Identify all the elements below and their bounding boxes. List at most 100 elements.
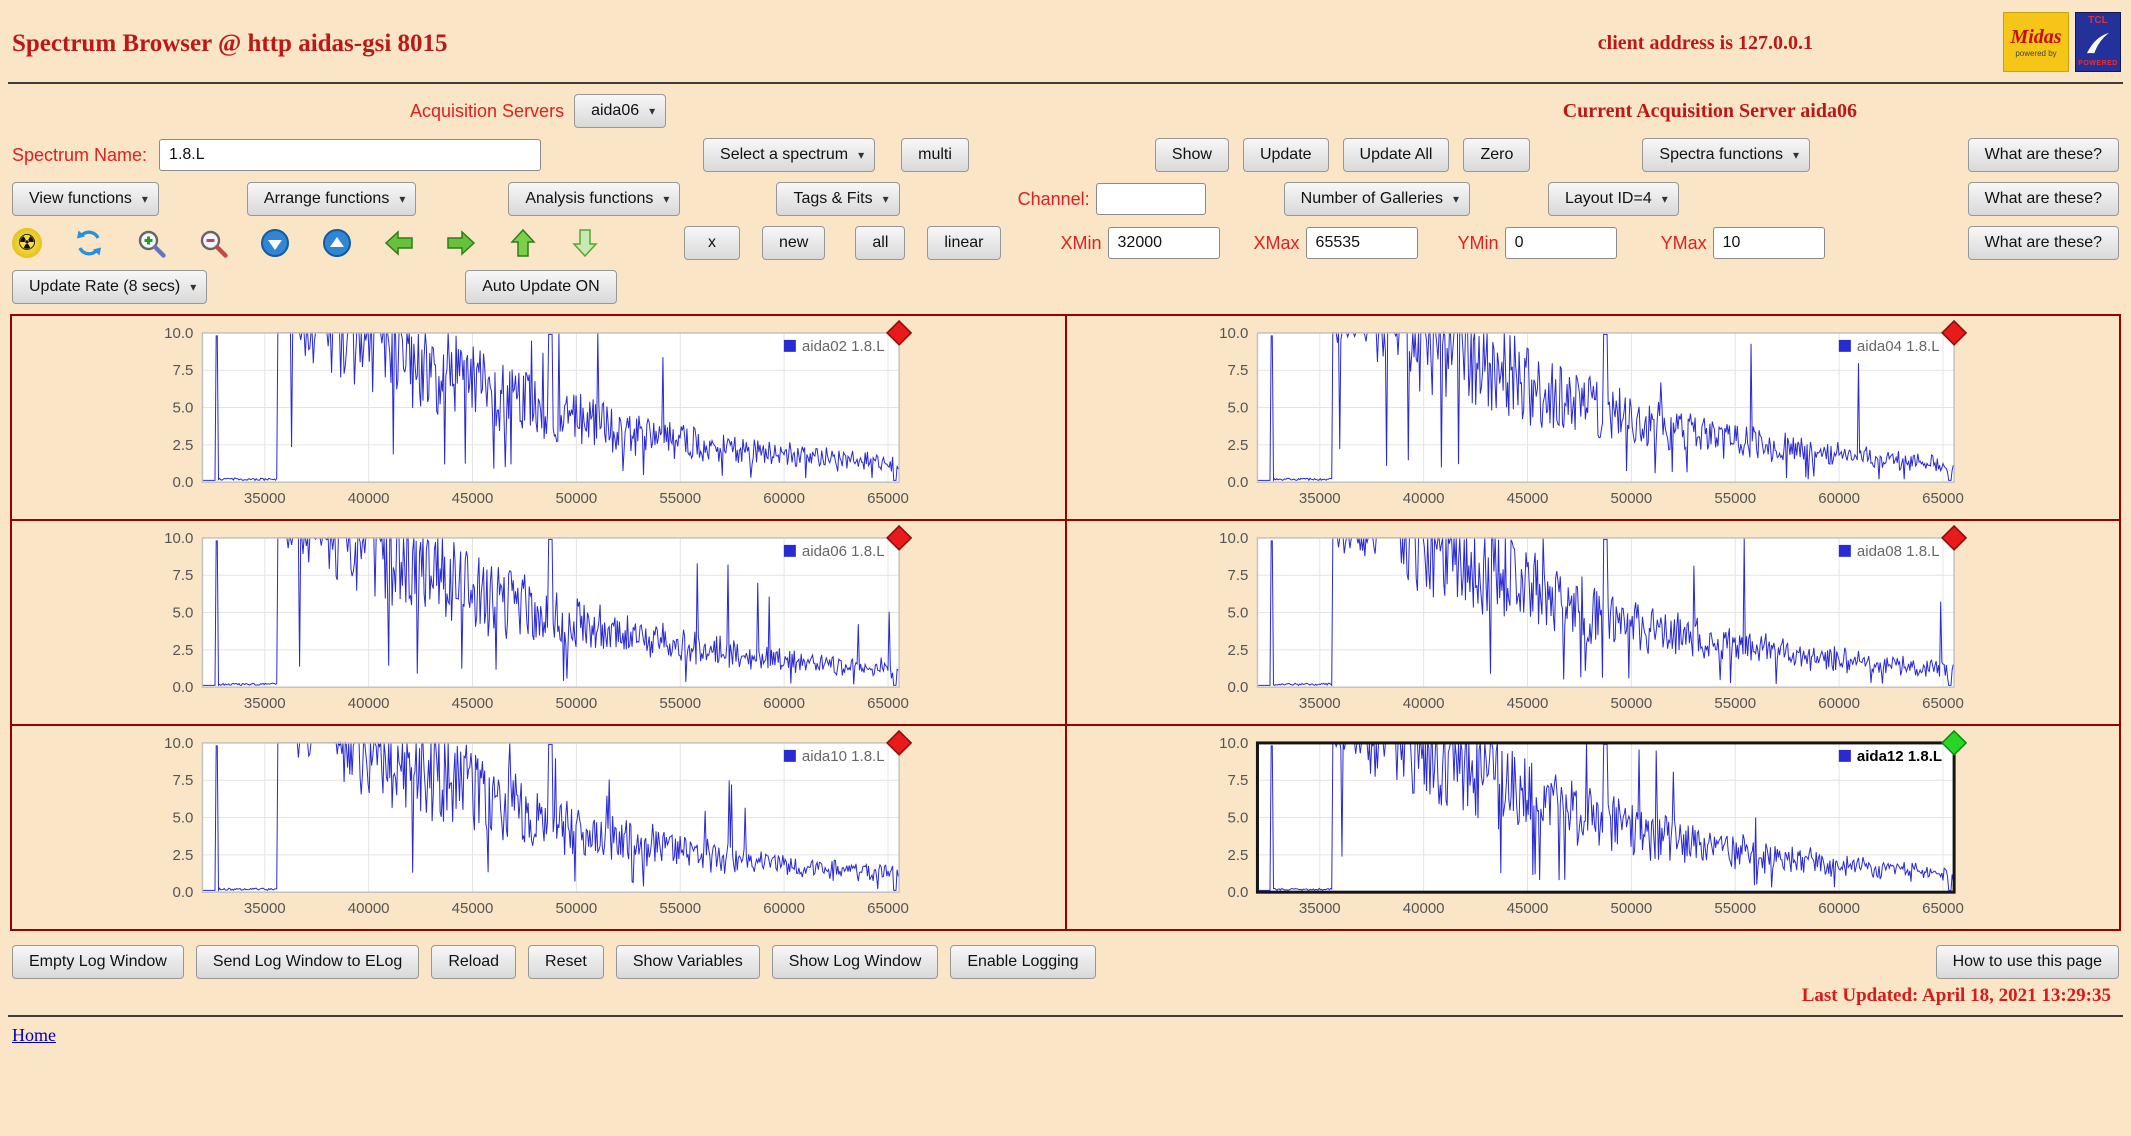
all-button[interactable]: all xyxy=(855,226,905,260)
x-tick-label: 60000 xyxy=(1818,695,1860,712)
x-tick-label: 65000 xyxy=(1922,695,1964,712)
zoom-out-icon[interactable] xyxy=(198,228,228,258)
acquisition-servers-label: Acquisition Servers xyxy=(410,101,564,122)
circle-down-arrow-icon[interactable] xyxy=(260,228,290,258)
y-tick-label: 0.0 xyxy=(1227,884,1248,901)
y-tick-label: 10.0 xyxy=(1219,735,1248,752)
midas-logo[interactable]: Midas powered by xyxy=(2003,12,2069,72)
chevron-down-icon: ▾ xyxy=(399,189,405,209)
circle-up-arrow-icon[interactable] xyxy=(322,228,352,258)
update-all-button[interactable]: Update All xyxy=(1343,138,1450,172)
reset-button[interactable]: Reset xyxy=(528,945,604,979)
xmax-input[interactable] xyxy=(1306,227,1418,259)
spectrum-chart[interactable]: 0.02.55.07.510.0350004000045000500005500… xyxy=(12,319,1065,518)
spectra-functions-dropdown[interactable]: Spectra functions ▾ xyxy=(1642,138,1810,172)
refresh-icon[interactable] xyxy=(74,228,104,258)
arrow-left-icon[interactable] xyxy=(384,228,414,258)
x-tick-label: 60000 xyxy=(763,490,805,507)
view-functions-dropdown[interactable]: View functions ▾ xyxy=(12,182,159,216)
chart-cell[interactable]: 0.02.55.07.510.0350004000045000500005500… xyxy=(12,316,1065,519)
analysis-functions-dropdown[interactable]: Analysis functions ▾ xyxy=(508,182,680,216)
spectrum-chart[interactable]: 0.02.55.07.510.0350004000045000500005500… xyxy=(1067,729,2120,928)
legend-swatch xyxy=(1838,340,1850,352)
home-link[interactable]: Home xyxy=(12,1025,56,1045)
show-button[interactable]: Show xyxy=(1155,138,1229,172)
y-tick-label: 0.0 xyxy=(173,679,194,696)
help-toolbar-button[interactable]: What are these? xyxy=(1968,226,2119,260)
y-tick-label: 5.0 xyxy=(1227,605,1248,622)
empty-log-button[interactable]: Empty Log Window xyxy=(12,945,184,979)
radiation-icon[interactable]: ☢ xyxy=(12,228,42,258)
x-tick-label: 35000 xyxy=(244,900,286,917)
reload-button[interactable]: Reload xyxy=(431,945,516,979)
xmax-label: XMax xyxy=(1254,233,1300,254)
legend-swatch xyxy=(1838,545,1850,557)
update-rate-row: Update Rate (8 secs) ▾ Auto Update ON xyxy=(0,270,2131,304)
spectrum-row: Spectrum Name: Select a spectrum ▾ multi… xyxy=(0,138,2131,172)
linear-button[interactable]: linear xyxy=(927,226,1000,260)
help-spectrum-button[interactable]: What are these? xyxy=(1968,138,2119,172)
galleries-dropdown[interactable]: Number of Galleries ▾ xyxy=(1284,182,1470,216)
show-log-window-button[interactable]: Show Log Window xyxy=(772,945,939,979)
y-tick-label: 10.0 xyxy=(164,735,193,752)
spectrum-name-input[interactable] xyxy=(159,139,541,171)
show-variables-button[interactable]: Show Variables xyxy=(616,945,760,979)
arrow-down-icon[interactable] xyxy=(570,228,600,258)
multi-button[interactable]: multi xyxy=(901,138,969,172)
spectrum-chart[interactable]: 0.02.55.07.510.0350004000045000500005500… xyxy=(12,524,1065,723)
x-tick-label: 50000 xyxy=(1610,900,1652,917)
y-tick-label: 7.5 xyxy=(1227,772,1248,789)
layout-id-dropdown[interactable]: Layout ID=4 ▾ xyxy=(1548,182,1679,216)
x-tick-label: 35000 xyxy=(1298,490,1340,507)
spectrum-chart[interactable]: 0.02.55.07.510.0350004000045000500005500… xyxy=(12,729,1065,928)
arrange-functions-dropdown[interactable]: Arrange functions ▾ xyxy=(247,182,416,216)
arrow-right-icon[interactable] xyxy=(446,228,476,258)
y-tick-label: 7.5 xyxy=(173,567,194,584)
x-axis-button[interactable]: x xyxy=(684,226,740,260)
channel-input[interactable] xyxy=(1096,183,1206,215)
tags-fits-dropdown[interactable]: Tags & Fits ▾ xyxy=(776,182,899,216)
xmin-input[interactable] xyxy=(1108,227,1220,259)
acquisition-server-select[interactable]: aida06 ▾ xyxy=(574,94,666,128)
chevron-down-icon: ▾ xyxy=(649,101,655,121)
x-tick-label: 40000 xyxy=(1402,490,1444,507)
x-tick-label: 35000 xyxy=(244,695,286,712)
y-tick-label: 10.0 xyxy=(164,530,193,547)
how-to-use-button[interactable]: How to use this page xyxy=(1936,945,2119,979)
update-rate-dropdown[interactable]: Update Rate (8 secs) ▾ xyxy=(12,270,207,304)
x-tick-label: 55000 xyxy=(1714,900,1756,917)
chevron-down-icon: ▾ xyxy=(1453,189,1459,209)
help-functions-button[interactable]: What are these? xyxy=(1968,182,2119,216)
select-spectrum-dropdown[interactable]: Select a spectrum ▾ xyxy=(703,138,875,172)
auto-update-button[interactable]: Auto Update ON xyxy=(465,270,616,304)
y-tick-label: 5.0 xyxy=(1227,810,1248,827)
spectrum-chart[interactable]: 0.02.55.07.510.0350004000045000500005500… xyxy=(1067,319,2120,518)
arrow-up-icon[interactable] xyxy=(508,228,538,258)
y-tick-label: 7.5 xyxy=(1227,567,1248,584)
chart-cell[interactable]: 0.02.55.07.510.0350004000045000500005500… xyxy=(12,726,1065,929)
chevron-down-icon: ▾ xyxy=(858,145,864,165)
spectrum-chart[interactable]: 0.02.55.07.510.0350004000045000500005500… xyxy=(1067,524,2120,723)
ymax-input[interactable] xyxy=(1713,227,1825,259)
chart-cell[interactable]: 0.02.55.07.510.0350004000045000500005500… xyxy=(12,521,1065,724)
x-tick-label: 40000 xyxy=(348,900,390,917)
y-tick-label: 10.0 xyxy=(1219,530,1248,547)
header: Spectrum Browser @ http aidas-gsi 8015 c… xyxy=(0,0,2131,74)
x-tick-label: 65000 xyxy=(867,900,909,917)
channel-label: Channel: xyxy=(1018,189,1090,210)
tcl-powered-logo[interactable]: TCL POWERED xyxy=(2075,12,2121,72)
zoom-in-icon[interactable] xyxy=(136,228,166,258)
select-spectrum-label: Select a spectrum xyxy=(720,145,848,165)
ymin-input[interactable] xyxy=(1505,227,1617,259)
feather-icon xyxy=(2084,31,2112,55)
send-log-elog-button[interactable]: Send Log Window to ELog xyxy=(196,945,419,979)
enable-logging-button[interactable]: Enable Logging xyxy=(950,945,1095,979)
zero-button[interactable]: Zero xyxy=(1463,138,1530,172)
update-button[interactable]: Update xyxy=(1243,138,1329,172)
chart-cell[interactable]: 0.02.55.07.510.0350004000045000500005500… xyxy=(1067,521,2120,724)
page-title: Spectrum Browser @ http aidas-gsi 8015 xyxy=(12,30,448,58)
charts-grid: 0.02.55.07.510.0350004000045000500005500… xyxy=(10,314,2121,931)
new-button[interactable]: new xyxy=(762,226,825,260)
chart-cell[interactable]: 0.02.55.07.510.0350004000045000500005500… xyxy=(1067,316,2120,519)
chart-cell[interactable]: 0.02.55.07.510.0350004000045000500005500… xyxy=(1067,726,2120,929)
